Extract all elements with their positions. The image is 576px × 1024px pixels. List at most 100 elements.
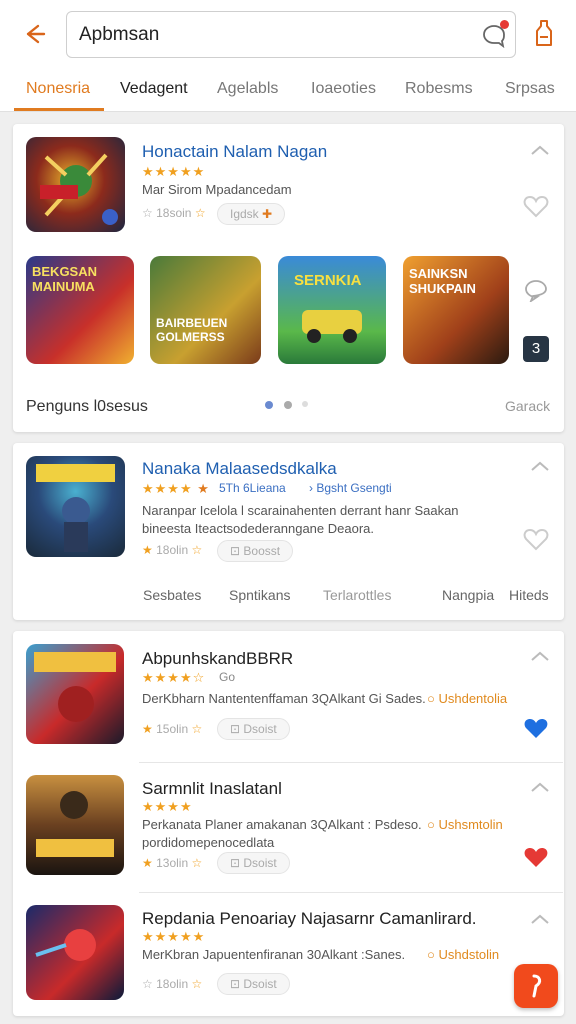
subtab-1[interactable]: Spntikans xyxy=(229,587,290,603)
tag-pill-text: Dsoist xyxy=(243,722,277,736)
carousel-image-3[interactable]: SERNKIA xyxy=(278,256,386,364)
app-title[interactable]: Honactain Nalam Nagan xyxy=(142,142,327,162)
see-more-link[interactable]: Garack xyxy=(505,398,550,414)
divider xyxy=(139,762,563,763)
tag-pill[interactable]: ⊡ Dsoist xyxy=(217,852,290,874)
star-rating: ★★★★ xyxy=(142,799,193,814)
top-bar xyxy=(0,0,576,68)
star-rating: ★★★★★ xyxy=(142,929,206,944)
tab-2[interactable]: Agelabls xyxy=(217,80,278,98)
carousel-caption-1: BEKGSAN MAINUMA xyxy=(32,264,98,294)
section-footer-label: Penguns l0sesus xyxy=(26,398,148,415)
app-description: MerKbran Japuentenfiranan 30Alkant :Sane… xyxy=(142,947,406,962)
search-box[interactable] xyxy=(66,11,516,58)
carousel-dot[interactable] xyxy=(284,401,292,409)
carousel-image-1[interactable]: BEKGSAN MAINUMA xyxy=(26,256,134,364)
tag-pill[interactable]: ⊡ Boosst xyxy=(217,540,294,562)
star-rating: ★★★★ ★ xyxy=(142,481,210,496)
star-rating-text: ★★★★ xyxy=(142,481,193,496)
app-icon[interactable] xyxy=(26,905,124,1000)
back-arrow-icon[interactable] xyxy=(20,20,48,48)
rating-count-text: 18soin xyxy=(156,206,192,220)
shopping-bag-icon[interactable] xyxy=(530,17,558,47)
carousel-dot-active[interactable] xyxy=(265,401,273,409)
game-art-icon xyxy=(40,153,118,225)
active-tab-indicator xyxy=(14,108,104,111)
heart-outline-icon[interactable] xyxy=(523,527,549,551)
detail-link[interactable]: ○ Ushdstolin xyxy=(427,947,499,962)
star-rating: ★★★★☆ xyxy=(142,670,206,685)
meta-link-text: Bgsht Gsengti xyxy=(316,481,392,495)
heart-filled-icon[interactable] xyxy=(523,845,549,869)
tab-1[interactable]: Vedagent xyxy=(120,80,188,98)
count-badge[interactable]: 3 xyxy=(523,336,549,362)
tab-4[interactable]: Robesms xyxy=(405,80,473,98)
game-art-icon xyxy=(36,464,115,552)
floating-action-button[interactable] xyxy=(514,964,558,1008)
tag-pill[interactable]: ⊡ Dsoist xyxy=(217,718,290,740)
rating-count-text: 18olin xyxy=(156,543,189,557)
app-icon[interactable] xyxy=(26,456,125,557)
detail-link-text: Ushdstolin xyxy=(438,947,500,962)
carousel-image-4[interactable]: SAINKSN SHUKPAIN xyxy=(403,256,509,364)
rating-count: ★ 13olin ☆ xyxy=(142,856,203,870)
detail-link[interactable]: ○ Ushsmtolin xyxy=(427,817,503,832)
rating-count-text: 13olin xyxy=(156,856,189,870)
comment-icon[interactable] xyxy=(523,278,549,302)
app-list-card: AbpunhskandBBRR ★★★★☆ Go DerKbharn Nante… xyxy=(13,631,564,1016)
tag-pill-text: Dsoist xyxy=(243,977,277,991)
tag-pill[interactable]: ⊡ Dsoist xyxy=(217,973,290,995)
subtab-0[interactable]: Sesbates xyxy=(143,587,201,603)
tag-pill-text: Boosst xyxy=(243,544,281,558)
app-icon[interactable] xyxy=(26,137,125,232)
star-icon: ☆ xyxy=(194,206,206,220)
carousel-caption-3: SERNKIA xyxy=(294,272,362,289)
detail-link-text: Ushdentolia xyxy=(438,691,508,706)
subtab-2[interactable]: Terlarottles xyxy=(323,587,391,603)
notification-dot xyxy=(500,20,509,29)
rating-count-text: 18olin xyxy=(156,977,189,991)
carousel-caption-4: SAINKSN SHUKPAIN xyxy=(409,266,476,296)
app-description: DerKbharn Nantentenffaman 3QAlkant Gi Sa… xyxy=(142,691,426,706)
rating-count-text: 15olin xyxy=(156,722,189,736)
tag-pill[interactable]: Igdsk ✚ xyxy=(217,203,286,225)
app-title[interactable]: Sarmnlit Inaslatanl xyxy=(142,779,282,799)
heart-filled-icon[interactable] xyxy=(523,716,549,740)
chevron-up-icon[interactable] xyxy=(530,781,550,793)
star-note: Go xyxy=(219,670,236,684)
tab-3[interactable]: Ioaeoties xyxy=(311,80,376,98)
chevron-up-icon[interactable] xyxy=(530,913,550,925)
app-description-2: pordidomepenocedlata xyxy=(142,835,275,850)
chevron-up-icon[interactable] xyxy=(530,460,550,472)
edit-icon xyxy=(532,974,542,998)
app-title[interactable]: AbpunhskandBBRR xyxy=(142,649,293,669)
tab-0[interactable]: Nonesria xyxy=(26,80,90,98)
app-card-2: Nanaka Malaasedsdkalka ★★★★ ★ 5Th 6Liean… xyxy=(13,443,564,620)
app-description: Naranpar Icelola l scarainahenten derran… xyxy=(142,503,459,518)
rating-count: ★ 15olin ☆ xyxy=(142,722,203,736)
meta-link[interactable]: 5Th 6Lieana xyxy=(219,481,286,495)
tab-5[interactable]: Srpsas xyxy=(505,80,555,98)
app-description: Mar Sirom Mpadancedam xyxy=(142,182,292,197)
rating-count: ☆ 18olin ☆ xyxy=(142,977,203,991)
carousel-image-2[interactable]: BAIRBEUEN GOLMERSS xyxy=(150,256,261,364)
subtab-4[interactable]: Hiteds xyxy=(509,587,549,603)
app-icon[interactable] xyxy=(26,644,124,744)
subtab-3[interactable]: Nangpia xyxy=(442,587,494,603)
featured-card: Honactain Nalam Nagan ★★★★★ Mar Sirom Mp… xyxy=(13,124,564,432)
star-rating: ★★★★★ xyxy=(142,164,206,179)
carousel-caption-2: BAIRBEUEN GOLMERSS xyxy=(156,316,228,344)
rating-count: ☆ 18soin ☆ xyxy=(142,206,206,220)
app-description: Perkanata Planer amakanan 3QAlkant : Psd… xyxy=(142,817,422,832)
game-art-icon xyxy=(34,652,116,722)
search-input[interactable] xyxy=(79,20,459,50)
meta-link[interactable]: › Bgsht Gsengti xyxy=(309,481,392,495)
detail-link[interactable]: ○ Ushdentolia xyxy=(427,691,507,706)
app-title[interactable]: Nanaka Malaasedsdkalka xyxy=(142,459,337,479)
app-title[interactable]: Repdania Penoariay Najasarnr Camanlirard… xyxy=(142,909,477,929)
app-icon[interactable] xyxy=(26,775,124,875)
chevron-up-icon[interactable] xyxy=(530,144,550,156)
heart-outline-icon[interactable] xyxy=(523,194,549,218)
chevron-up-icon[interactable] xyxy=(530,650,550,662)
carousel-dot[interactable] xyxy=(302,401,308,407)
